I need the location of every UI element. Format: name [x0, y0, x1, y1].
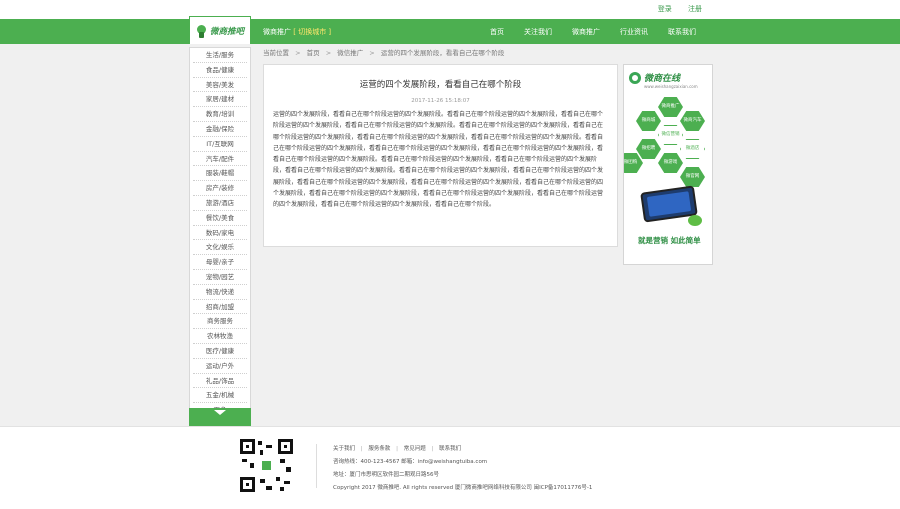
nav-item-follow[interactable]: 关注我们 [524, 27, 552, 37]
sidebar-item[interactable]: 美容/美发 [193, 78, 247, 93]
sidebar-item[interactable]: 商务服务 [193, 314, 247, 330]
ad-hex: 微游戏 [658, 153, 683, 173]
ad-hex: 微商汽车 [680, 111, 705, 131]
footer: 关于我们 | 服务条款 | 常见问题 | 联系我们 咨询热线：400-123-4… [0, 426, 900, 509]
sidebar-item[interactable]: 数码/家电 [193, 226, 247, 241]
sidebar-item[interactable]: 物流/快递 [193, 285, 247, 300]
sidebar-item[interactable]: 医疗/健康 [193, 344, 247, 359]
nav-item-promotion[interactable]: 微商推广 [572, 27, 600, 37]
sidebar-item[interactable]: 招商/加盟 [193, 300, 247, 315]
footer-links: 关于我们 | 服务条款 | 常见问题 | 联系我们 [333, 446, 462, 452]
footer-info: 关于我们 | 服务条款 | 常见问题 | 联系我们 咨询热线：400-123-4… [333, 443, 592, 495]
sidebar-item[interactable]: 旅游/酒店 [193, 196, 247, 211]
sidebar-item[interactable]: 餐饮/美食 [193, 211, 247, 226]
nav-bar [0, 19, 900, 44]
footer-link-faq[interactable]: 常见问题 [404, 446, 426, 452]
breadcrumb-separator: > [369, 49, 375, 57]
footer-copyright: Copyright 2017 微商推吧. All rights reserved… [333, 485, 593, 491]
article-panel: 运营的四个发展阶段，看看自己在哪个阶段 2017-11-26 15:18:07 … [263, 64, 618, 247]
footer-address: 地址：厦门市思明区软件园二期观日路56号 [333, 472, 439, 478]
ad-logo-icon [629, 71, 641, 84]
sidebar-item[interactable]: IT/互联网 [193, 137, 247, 152]
footer-contact: 咨询热线：400-123-4567 邮箱：info@weishangtuiba.… [333, 459, 488, 465]
sidebar-item[interactable]: 家居/建材 [193, 92, 247, 108]
sidebar-item[interactable]: 宠物/园艺 [193, 270, 247, 285]
breadcrumb-separator: > [325, 49, 332, 57]
category-sidebar: 生活/服务 食品/健康 美容/美发 家居/建材 教育/培训 金融/保险 IT/互… [189, 47, 251, 418]
breadcrumb-current: 运营的四个发展阶段，看看自己在哪个阶段 [380, 49, 505, 57]
breadcrumb: 当前位置 > 首页 > 微信推广 > 运营的四个发展阶段，看看自己在哪个阶段 [263, 47, 508, 57]
login-link[interactable]: 登录 [658, 5, 672, 13]
sidebar-item[interactable]: 五金/机械 [193, 388, 247, 404]
sidebar-item[interactable]: 生活/服务 [193, 48, 247, 63]
sidebar-item[interactable]: 文化/娱乐 [193, 240, 247, 256]
footer-link-terms[interactable]: 服务条款 [368, 446, 390, 452]
register-link[interactable]: 注册 [688, 5, 702, 13]
article-date: 2017-11-26 15:18:07 [411, 98, 470, 104]
nav-item-contact[interactable]: 联系我们 [668, 27, 696, 37]
logo-text: 微商推吧 [210, 26, 245, 37]
ad-banner[interactable]: 微商在线 www.weishangzaixian.com 微商推广 微商城 微商… [623, 64, 713, 265]
ad-hex: 微商城 [636, 111, 661, 131]
ad-slogan: 就是营销 如此简单 [638, 236, 701, 245]
footer-divider [316, 444, 317, 488]
site-logo[interactable]: 微商推吧 [189, 16, 251, 44]
qr-code-icon [240, 439, 293, 492]
ad-hex: 微招聘 [636, 139, 661, 159]
wechat-icon [688, 215, 702, 226]
ad-url: www.weishangzaixian.com [644, 84, 698, 89]
sidebar-item[interactable]: 礼品/饰品 [193, 374, 247, 389]
sidebar-item[interactable]: 农林牧渔 [193, 329, 247, 344]
sidebar-item[interactable]: 金融/保险 [193, 122, 247, 137]
sidebar-footer [189, 408, 251, 426]
sidebar-item[interactable]: 服装/鞋帽 [193, 166, 247, 182]
ad-hex: 微酒店 [680, 139, 705, 159]
sidebar-item[interactable]: 母婴/亲子 [193, 255, 247, 270]
ad-brand: 微商在线 [644, 74, 681, 84]
nav-item-news[interactable]: 行业资讯 [620, 27, 648, 37]
breadcrumb-separator: > [295, 49, 301, 57]
breadcrumb-home[interactable]: 首页 [307, 49, 320, 57]
sidebar-item[interactable]: 运动/户外 [193, 359, 247, 374]
footer-link-contact[interactable]: 联系我们 [439, 446, 461, 452]
breadcrumb-section[interactable]: 微信推广 [337, 49, 363, 57]
top-bar: 登录 注册 [0, 0, 900, 19]
ad-hex: 微官网 [680, 167, 705, 187]
nav-item-home[interactable]: 首页 [490, 27, 504, 37]
site-title-text: 微商推广 [263, 28, 291, 36]
sidebar-item[interactable]: 教育/培训 [193, 107, 247, 122]
sidebar-item[interactable]: 房产/装修 [193, 181, 247, 196]
breadcrumb-label: 当前位置 [263, 49, 289, 57]
ad-hex: 微信营销 [658, 125, 683, 145]
footer-link-about[interactable]: 关于我们 [333, 446, 355, 452]
sidebar-item[interactable]: 食品/健康 [193, 63, 247, 78]
main-menu: 首页 关注我们 微商推广 行业资讯 联系我们 [490, 27, 716, 37]
switch-city-link[interactable]: [ 切换城市 ] [293, 28, 331, 36]
ad-hex: 微团购 [624, 153, 643, 173]
ad-hex: 微商推广 [658, 97, 683, 117]
sidebar-item[interactable]: 汽车/配件 [193, 152, 247, 167]
article-title: 运营的四个发展阶段，看看自己在哪个阶段 [359, 80, 522, 90]
logo-icon [196, 24, 208, 38]
article-body: 运营的四个发展阶段，看看自己在哪个阶段运营的四个发展阶段。看看自己在哪个阶段运营… [273, 111, 604, 209]
ad-logo: 微商在线 [629, 71, 680, 84]
site-title: 微商推广 [ 切换城市 ] [263, 27, 331, 37]
